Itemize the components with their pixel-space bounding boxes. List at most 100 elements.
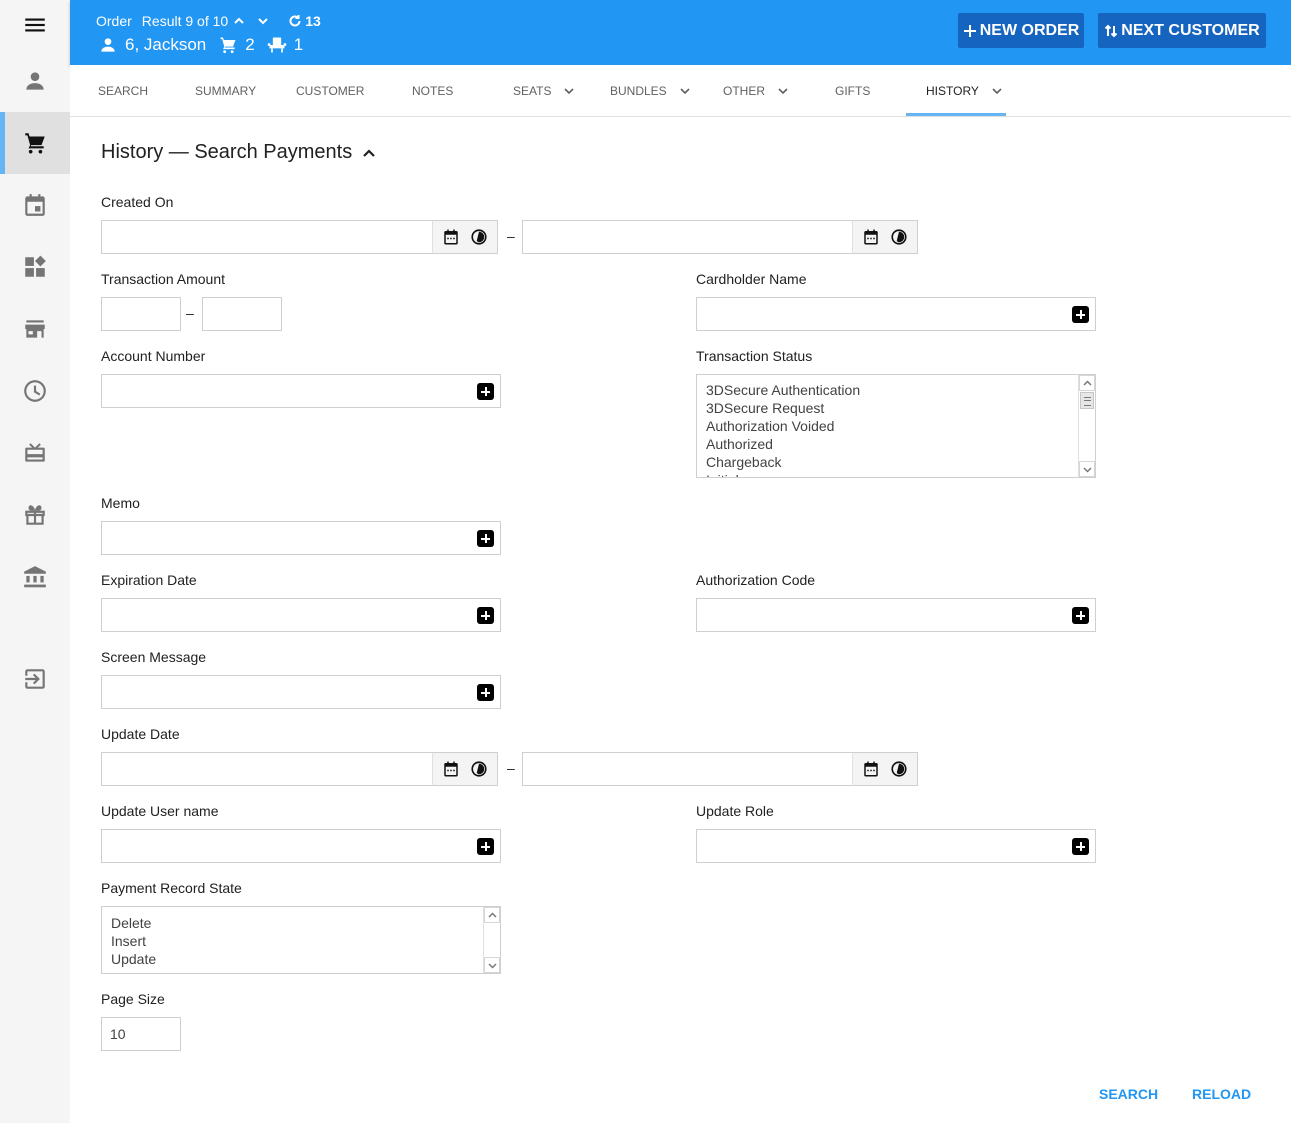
created-on-from-field[interactable] <box>101 220 433 254</box>
tab-history[interactable]: HISTORY <box>926 65 1003 116</box>
previous-result-button[interactable] <box>232 14 246 28</box>
scroll-up-button[interactable] <box>1079 375 1095 391</box>
next-result-button[interactable] <box>256 14 270 28</box>
tab-seats[interactable]: SEATS <box>513 65 575 116</box>
memo-input[interactable] <box>102 522 500 554</box>
reload-button[interactable]: RELOAD <box>1192 1086 1251 1102</box>
update-user-name-field[interactable] <box>101 829 501 863</box>
calendar-picker-icon[interactable] <box>862 760 880 778</box>
scrollbar-thumb[interactable] <box>1080 392 1094 409</box>
transaction-status-label: Transaction Status <box>696 348 813 364</box>
page-size-input[interactable] <box>102 1018 180 1050</box>
add-account-number-button[interactable] <box>477 383 494 400</box>
listbox-option[interactable]: Update <box>111 950 156 968</box>
account-number-field[interactable] <box>101 374 501 408</box>
update-role-field[interactable] <box>696 829 1096 863</box>
listbox-option[interactable]: Insert <box>111 932 156 950</box>
sidebar-item-calendar[interactable] <box>0 174 70 236</box>
sidebar-item-gifts[interactable] <box>0 484 70 546</box>
sidebar-item-giftcards[interactable] <box>0 422 70 484</box>
scrollbar[interactable] <box>483 907 500 973</box>
sidebar-item-customer[interactable] <box>0 50 70 112</box>
sidebar-item-store[interactable] <box>0 298 70 360</box>
tab-summary[interactable]: SUMMARY <box>195 65 256 116</box>
add-cardholder-name-button[interactable] <box>1072 306 1089 323</box>
tab-customer[interactable]: CUSTOMER <box>296 65 364 116</box>
sidebar-item-widgets[interactable] <box>0 236 70 298</box>
expiration-date-field[interactable] <box>101 598 501 632</box>
calendar-picker-icon[interactable] <box>862 228 880 246</box>
page-title-text: History — Search Payments <box>101 141 353 163</box>
listbox-option[interactable]: Delete <box>111 914 156 932</box>
authorization-code-input[interactable] <box>697 599 1095 631</box>
scroll-down-button[interactable] <box>484 957 500 973</box>
update-date-to-field[interactable] <box>522 752 853 786</box>
update-user-name-input[interactable] <box>102 830 500 862</box>
payment-record-state-listbox[interactable]: Delete Insert Update <box>101 906 501 974</box>
tab-search[interactable]: SEARCH <box>98 65 148 116</box>
sidebar-item-logout[interactable] <box>0 648 70 710</box>
time-picker-icon[interactable] <box>470 228 488 246</box>
tab-gifts[interactable]: GIFTS <box>835 65 870 116</box>
tab-notes[interactable]: NOTES <box>412 65 453 116</box>
time-picker-icon[interactable] <box>470 760 488 778</box>
listbox-option[interactable]: 3DSecure Request <box>706 399 860 417</box>
authorization-code-field[interactable] <box>696 598 1096 632</box>
cardholder-name-field[interactable] <box>696 297 1096 331</box>
sidebar-item-history[interactable] <box>0 360 70 422</box>
transaction-amount-max-field[interactable] <box>202 297 282 331</box>
page-size-field[interactable] <box>101 1017 181 1051</box>
transaction-amount-min-input[interactable] <box>102 298 180 330</box>
time-picker-icon[interactable] <box>890 760 908 778</box>
tab-label: HISTORY <box>926 83 979 98</box>
transaction-amount-max-input[interactable] <box>203 298 281 330</box>
sidebar-item-order[interactable] <box>0 112 70 174</box>
memo-field[interactable] <box>101 521 501 555</box>
screen-message-input[interactable] <box>102 676 500 708</box>
transaction-amount-min-field[interactable] <box>101 297 181 331</box>
transaction-status-listbox[interactable]: 3DSecure Authentication 3DSecure Request… <box>696 374 1096 478</box>
new-order-button[interactable]: NEW ORDER <box>958 13 1084 48</box>
add-memo-button[interactable] <box>477 530 494 547</box>
swap-vertical-icon <box>1105 24 1118 37</box>
scrollbar[interactable] <box>1078 375 1095 477</box>
update-role-input[interactable] <box>697 830 1095 862</box>
update-date-to-input[interactable] <box>523 753 852 785</box>
cardholder-name-input[interactable] <box>697 298 1095 330</box>
sidebar-item-bank[interactable] <box>0 546 70 608</box>
history-counter[interactable]: 13 <box>288 13 321 29</box>
calendar-picker-icon[interactable] <box>442 228 460 246</box>
add-update-user-name-button[interactable] <box>477 838 494 855</box>
authorization-code-label: Authorization Code <box>696 572 816 588</box>
update-date-from-pickers <box>432 752 498 786</box>
add-authorization-code-button[interactable] <box>1072 607 1089 624</box>
listbox-option[interactable]: Chargeback <box>706 453 860 471</box>
tab-other[interactable]: OTHER <box>723 65 789 116</box>
created-on-to-field[interactable] <box>522 220 853 254</box>
add-screen-message-button[interactable] <box>477 684 494 701</box>
listbox-option[interactable]: Initial <box>706 471 860 477</box>
listbox-option[interactable]: Authorized <box>706 435 860 453</box>
search-button[interactable]: SEARCH <box>1099 1086 1158 1102</box>
tab-bundles[interactable]: BUNDLES <box>610 65 691 116</box>
add-expiration-date-button[interactable] <box>477 607 494 624</box>
account-number-input[interactable] <box>102 375 500 407</box>
next-customer-button[interactable]: NEXT CUSTOMER <box>1098 13 1266 48</box>
time-picker-icon[interactable] <box>890 228 908 246</box>
listbox-option[interactable]: 3DSecure Authentication <box>706 381 860 399</box>
update-date-from-input[interactable] <box>102 753 432 785</box>
screen-message-field[interactable] <box>101 675 501 709</box>
tab-label: SUMMARY <box>195 83 257 98</box>
expiration-date-input[interactable] <box>102 599 500 631</box>
listbox-option[interactable]: Authorization Voided <box>706 417 860 435</box>
sidebar-menu-button[interactable] <box>0 0 70 50</box>
page-title[interactable]: History — Search Payments <box>101 141 376 164</box>
calendar-picker-icon[interactable] <box>442 760 460 778</box>
created-on-from-input[interactable] <box>102 221 432 253</box>
scroll-up-button[interactable] <box>484 907 500 923</box>
add-update-role-button[interactable] <box>1072 838 1089 855</box>
created-on-to-input[interactable] <box>523 221 852 253</box>
update-date-from-field[interactable] <box>101 752 433 786</box>
customer-name[interactable]: 6, Jackson <box>125 35 206 55</box>
scroll-down-button[interactable] <box>1079 461 1095 477</box>
